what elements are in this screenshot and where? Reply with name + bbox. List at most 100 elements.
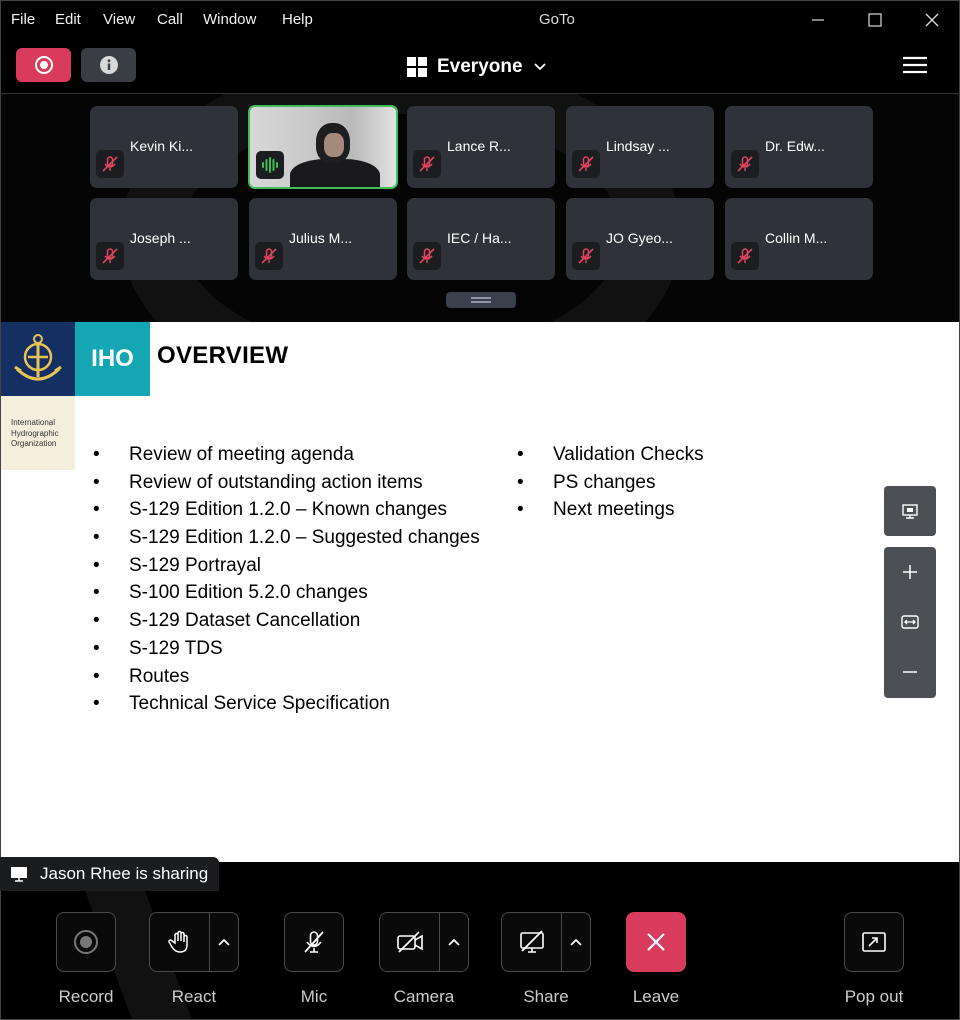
close-icon: [925, 13, 939, 27]
minimize-icon: [812, 19, 824, 21]
mic-muted-icon: [578, 156, 594, 172]
list-item-text: S-100 Edition 5.2.0 changes: [129, 582, 368, 604]
mic-muted-badge: [731, 242, 759, 270]
participant-tile[interactable]: JO Gyeo...: [566, 198, 714, 280]
shared-screen: IHO International Hydrographic Organizat…: [0, 322, 960, 862]
chevron-up-icon: [570, 938, 582, 946]
resize-handle[interactable]: [446, 292, 516, 308]
minimize-button[interactable]: [804, 9, 832, 31]
mic-muted-icon: [102, 248, 118, 264]
bullet: •: [93, 554, 100, 576]
maximize-icon: [868, 13, 882, 27]
participant-tile[interactable]: Lance R...: [407, 106, 555, 188]
participant-tile[interactable]: Joseph ...: [90, 198, 238, 280]
window-title: GoTo: [539, 11, 575, 28]
mic-muted-icon: [578, 248, 594, 264]
list-item-text: Next meetings: [553, 499, 675, 521]
participant-name: Julius M...: [289, 230, 353, 246]
participant-tile[interactable]: Kevin Ki...: [90, 106, 238, 188]
bullet: •: [93, 444, 100, 465]
hamburger-icon: [903, 56, 927, 74]
participant-tile[interactable]: Lindsay ...: [566, 106, 714, 188]
screen-share-off-icon: [519, 930, 544, 953]
audio-level-icon: [262, 157, 278, 173]
zoom-in-button[interactable]: [884, 547, 936, 597]
participant-tile[interactable]: Collin M...: [725, 198, 873, 280]
leave-button[interactable]: [626, 912, 686, 972]
mic-muted-icon: [737, 248, 753, 264]
organization-name: International Hydrographic Organization: [1, 396, 75, 470]
list-item-text: Technical Service Specification: [129, 693, 390, 715]
pop-out-button[interactable]: [844, 912, 904, 972]
list-item-text: S-129 Dataset Cancellation: [129, 610, 361, 632]
list-item-text: Review of outstanding action items: [129, 471, 423, 493]
pop-out-icon: [862, 932, 886, 952]
list-item-text: Validation Checks: [553, 444, 704, 465]
camera-button[interactable]: [379, 912, 469, 972]
title-bar: File Edit View Call Window Help GoTo: [0, 0, 960, 38]
view-selector[interactable]: Everyone: [407, 54, 547, 80]
react-button[interactable]: [149, 912, 239, 972]
participant-tile[interactable]: Dr. Edw...: [725, 106, 873, 188]
list-item-text: S-129 Edition 1.2.0 – Suggested changes: [129, 527, 480, 549]
record-icon: [34, 56, 53, 74]
maximize-button[interactable]: [861, 9, 889, 31]
menu-edit[interactable]: Edit: [55, 11, 81, 28]
pop-out-label: Pop out: [844, 987, 904, 1006]
mic-label: Mic: [300, 987, 328, 1006]
mic-muted-icon: [419, 156, 435, 172]
participant-name: Kevin Ki...: [130, 138, 194, 154]
mic-muted-icon: [737, 156, 753, 172]
mic-button[interactable]: [284, 912, 344, 972]
share-options-toggle[interactable]: [561, 913, 590, 971]
share-button[interactable]: [501, 912, 591, 972]
camera-options-toggle[interactable]: [439, 913, 468, 971]
info-button[interactable]: [81, 48, 136, 82]
participant-tile-video[interactable]: [248, 105, 398, 189]
bullet: •: [517, 471, 524, 493]
recording-button[interactable]: [16, 48, 71, 82]
participant-tile[interactable]: Julius M...: [249, 198, 397, 280]
mic-muted-icon: [102, 156, 118, 172]
menu-window[interactable]: Window: [203, 11, 256, 28]
leave-label: Leave: [632, 987, 680, 1006]
list-item-text: PS changes: [553, 471, 656, 493]
mic-muted-badge: [255, 242, 283, 270]
menu-call[interactable]: Call: [157, 11, 183, 28]
mic-muted-badge: [413, 150, 441, 178]
close-button[interactable]: [918, 9, 946, 31]
mic-muted-icon: [304, 931, 324, 953]
participant-name: Joseph ...: [130, 230, 191, 246]
main-menu-button[interactable]: [901, 54, 929, 76]
menu-view[interactable]: View: [103, 11, 135, 28]
monitor-icon: [11, 867, 27, 882]
bullet: •: [93, 527, 100, 549]
fit-to-screen-button[interactable]: [884, 597, 936, 647]
minus-icon: [903, 671, 917, 673]
menu-help[interactable]: Help: [282, 11, 313, 28]
presenter-view-button[interactable]: [884, 486, 936, 536]
video-person: [290, 159, 380, 187]
mic-muted-badge: [572, 150, 600, 178]
bullet: •: [93, 665, 100, 687]
mic-muted-badge: [731, 150, 759, 178]
record-label: Record: [58, 987, 114, 1006]
participant-tile[interactable]: IEC / Ha...: [407, 198, 555, 280]
bullet: •: [93, 637, 100, 659]
menu-file[interactable]: File: [11, 11, 35, 28]
zoom-controls: [884, 547, 936, 698]
bullet: •: [93, 471, 100, 493]
bullet: •: [93, 499, 100, 521]
mic-muted-badge: [96, 242, 124, 270]
info-icon: [99, 56, 118, 74]
fit-width-icon: [901, 615, 919, 629]
org-line: International: [11, 418, 56, 427]
zoom-out-button[interactable]: [884, 647, 936, 697]
record-icon: [74, 930, 98, 954]
view-label: Everyone: [437, 56, 523, 77]
speaking-badge: [256, 151, 284, 179]
meeting-toolbar: Everyone: [0, 38, 960, 94]
record-button[interactable]: [56, 912, 116, 972]
react-options-toggle[interactable]: [209, 913, 238, 971]
anchor-emblem-icon: [14, 334, 62, 381]
